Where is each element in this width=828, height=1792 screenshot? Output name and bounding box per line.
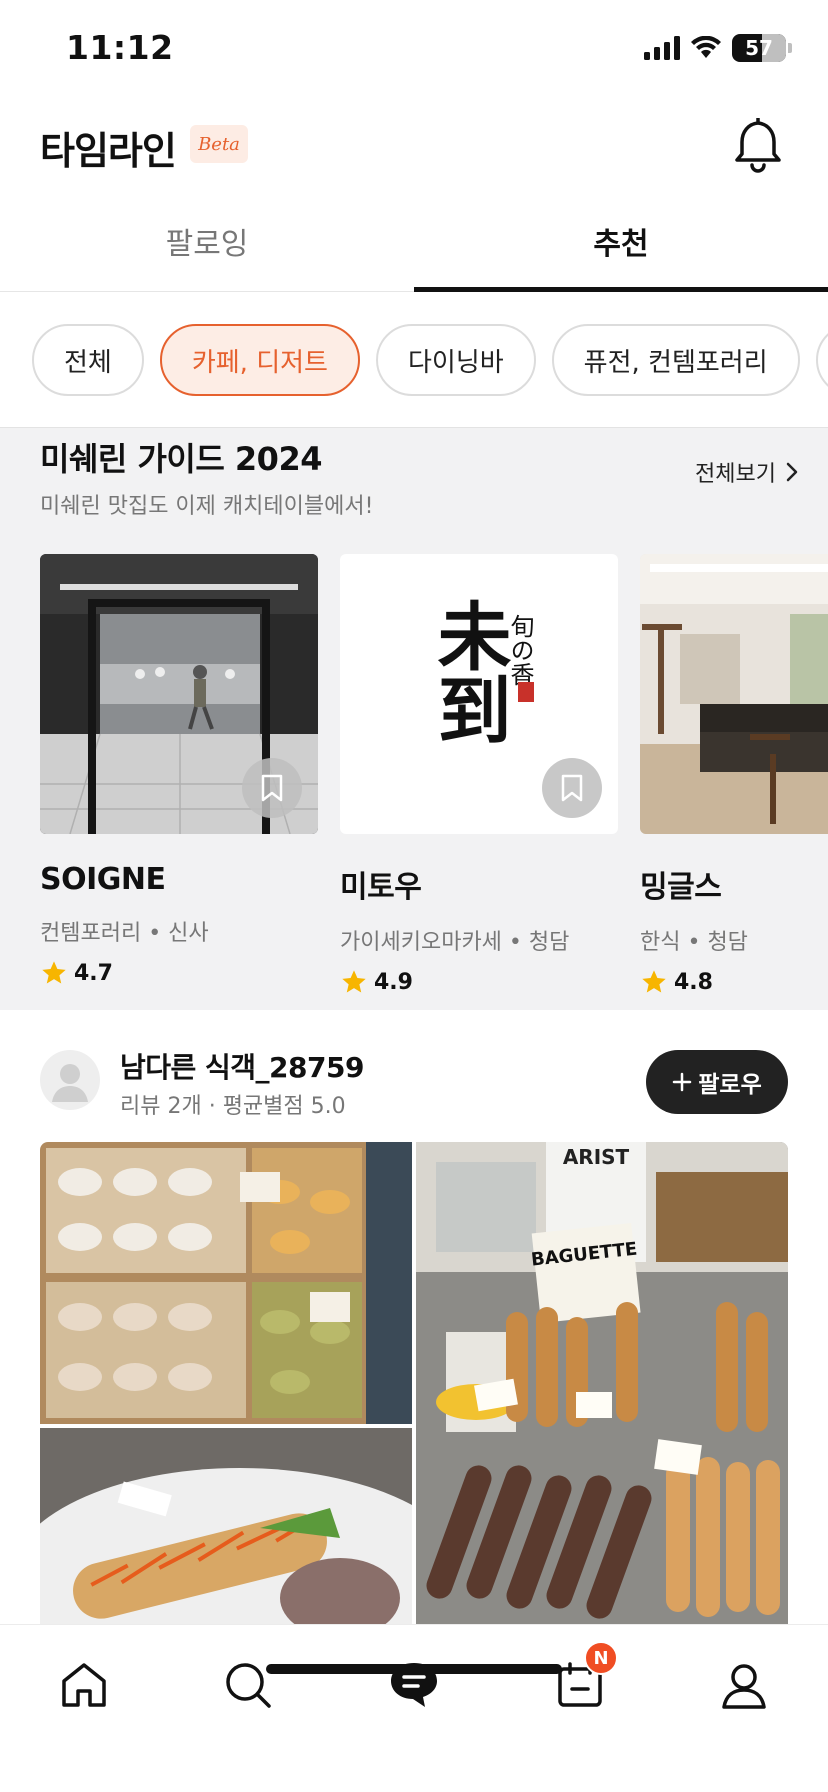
username[interactable]: 남다른 식객_28759 bbox=[120, 1046, 364, 1086]
page-title: 타임라인 bbox=[40, 129, 177, 173]
michelin-guide-section: 미쉐린 가이드 2024 미쉐린 맛집도 이제 캐치테이블에서! 전체보기 SO… bbox=[0, 428, 828, 1010]
user-stats: 리뷰 2개 · 평균별점 5.0 bbox=[120, 1094, 346, 1119]
follow-button[interactable]: 팔로우 bbox=[646, 1050, 788, 1114]
section-title: 미쉐린 가이드 2024 bbox=[40, 440, 322, 478]
post-author-row: 남다른 식객_28759 리뷰 2개 · 평균별점 5.0 팔로우 bbox=[0, 1010, 828, 1140]
post-photo-gallery[interactable]: ARIST BAGUETTE bbox=[40, 1142, 788, 1624]
chip-dining-bar[interactable]: 다이닝바 bbox=[375, 324, 536, 396]
star-icon bbox=[42, 961, 66, 984]
bookmark-icon bbox=[561, 774, 583, 802]
restaurant-card[interactable]: 밍글스 한식 • 청담 4.8 bbox=[640, 554, 828, 996]
section-subtitle: 미쉐린 맛집도 이제 캐치테이블에서! bbox=[40, 494, 374, 519]
avatar[interactable] bbox=[40, 1050, 100, 1110]
chip-fusion-contemporary[interactable]: 퓨전, 컨템포러리 bbox=[551, 324, 800, 396]
see-all-label: 전체보기 bbox=[695, 462, 776, 487]
tab-following[interactable]: 팔로잉 bbox=[0, 190, 414, 292]
restaurant-rating: 4.8 bbox=[640, 968, 828, 996]
rating-value: 4.7 bbox=[74, 960, 113, 986]
photo-label-arist: ARIST bbox=[563, 1145, 630, 1169]
app-header: 타임라인 Beta bbox=[0, 100, 828, 190]
nav-profile[interactable] bbox=[714, 1655, 774, 1715]
chip-cafe-dessert[interactable]: 카페, 디저트 bbox=[159, 324, 360, 396]
beta-badge: Beta bbox=[190, 125, 248, 163]
restaurant-photo bbox=[640, 554, 828, 834]
bookmark-button[interactable] bbox=[242, 758, 302, 818]
restaurant-meta: 컨템포러리 • 신사 bbox=[40, 921, 209, 946]
home-icon bbox=[62, 1663, 106, 1707]
home-indicator bbox=[266, 1664, 562, 1674]
restaurant-card[interactable]: 旬の香 未到 미토우 가이세키오마카세 • 청담 4.9 bbox=[340, 554, 618, 996]
status-bar: 11:12 57 bbox=[0, 0, 828, 100]
status-time: 11:12 bbox=[66, 28, 174, 67]
bookmark-button[interactable] bbox=[542, 758, 602, 818]
rating-value: 4.8 bbox=[674, 969, 713, 995]
see-all-link[interactable]: 전체보기 bbox=[695, 456, 798, 488]
restaurant-name: SOIGNE bbox=[40, 862, 166, 897]
battery-level: 57 bbox=[745, 36, 773, 60]
chip-all[interactable]: 전체 bbox=[32, 324, 144, 396]
new-badge: N bbox=[584, 1641, 618, 1675]
plus-icon bbox=[673, 1072, 692, 1092]
signal-icon bbox=[644, 36, 680, 60]
follow-label: 팔로우 bbox=[698, 1072, 762, 1098]
profile-icon bbox=[722, 1664, 766, 1709]
post-photo[interactable] bbox=[40, 1142, 412, 1424]
bottom-navigation: N bbox=[0, 1624, 828, 1792]
post-photo[interactable] bbox=[40, 1428, 412, 1624]
status-indicators: 57 bbox=[644, 34, 792, 62]
restaurant-rating: 4.7 bbox=[40, 959, 318, 987]
restaurant-photo: 旬の香 未到 bbox=[340, 554, 618, 834]
chevron-right-icon bbox=[786, 462, 798, 482]
restaurant-meta: 가이세키오마카세 • 청담 bbox=[340, 930, 570, 955]
restaurant-rating: 4.9 bbox=[340, 968, 618, 996]
notification-bell-icon[interactable] bbox=[732, 114, 784, 174]
restaurant-name: 밍글스 bbox=[640, 870, 722, 905]
category-filter-bar: 전체 카페, 디저트 다이닝바 퓨전, 컨템포러리 고기 bbox=[0, 292, 828, 428]
restaurant-card[interactable]: SOIGNE 컨템포러리 • 신사 4.7 bbox=[40, 554, 318, 996]
post-photo[interactable]: ARIST BAGUETTE bbox=[416, 1142, 788, 1624]
star-icon bbox=[642, 970, 666, 993]
timeline-tabs: 팔로잉 추천 bbox=[0, 190, 828, 292]
battery-icon: 57 bbox=[732, 34, 786, 62]
restaurant-meta: 한식 • 청담 bbox=[640, 930, 748, 955]
star-icon bbox=[342, 970, 366, 993]
wifi-icon bbox=[691, 36, 721, 58]
logo-text: 未到 bbox=[425, 598, 511, 746]
nav-home[interactable] bbox=[54, 1655, 114, 1715]
restaurant-name: 미토우 bbox=[340, 870, 422, 905]
tab-recommend[interactable]: 추천 bbox=[414, 190, 828, 292]
bookmark-icon bbox=[261, 774, 283, 802]
restaurant-photo bbox=[40, 554, 318, 834]
default-avatar-icon bbox=[52, 1064, 88, 1102]
rating-value: 4.9 bbox=[374, 969, 413, 995]
chip-meat[interactable]: 고기 bbox=[815, 324, 828, 396]
